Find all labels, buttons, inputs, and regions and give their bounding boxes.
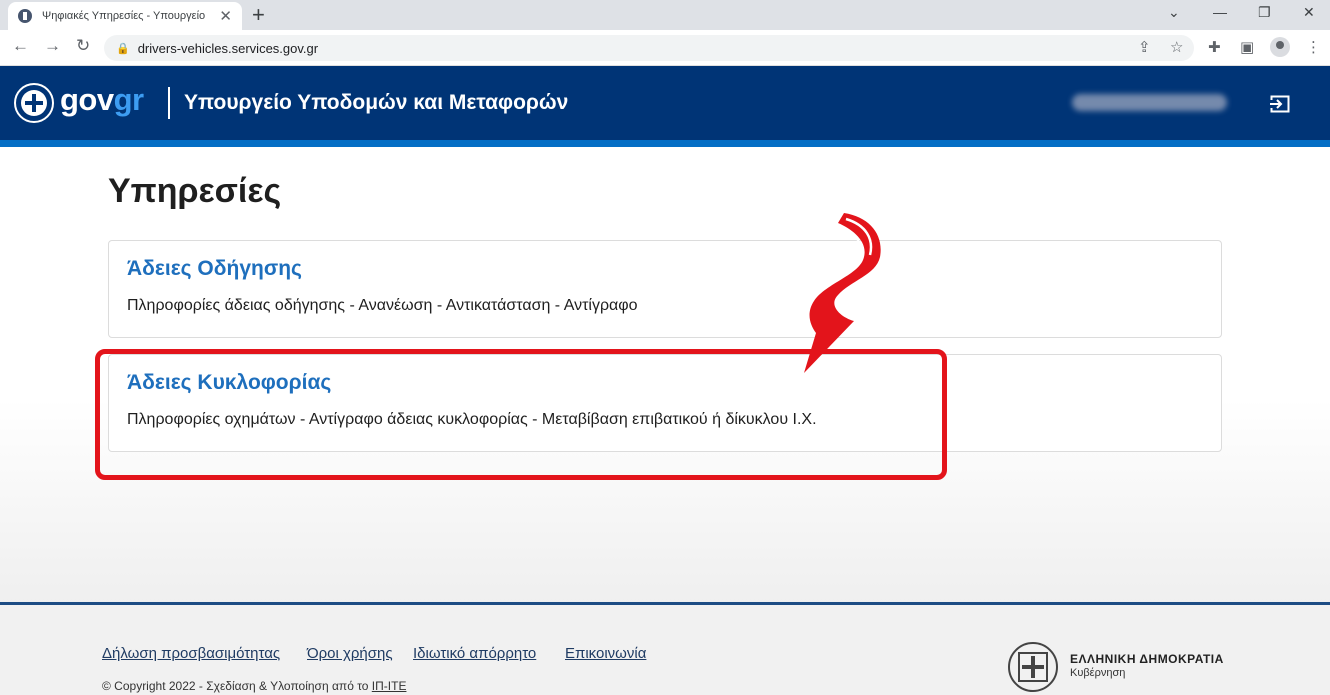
browser-tab[interactable]: Ψηφιακές Υπηρεσίες - Υπουργείο ✕ [8,2,242,30]
page-title: Υπηρεσίες [108,172,282,210]
tab-search-icon[interactable]: ⌄ [1168,4,1180,21]
emblem-shield-icon [1018,652,1048,682]
extensions-icon[interactable]: ✚ [1208,38,1221,56]
copyright-text: © Copyright 2022 - Σχεδίαση & Υλοποίηση … [102,679,406,693]
minimize-button[interactable]: — [1213,4,1227,20]
site-favicon-icon [18,9,32,23]
header-accent-stripe [0,140,1330,147]
government-name: ΕΛΛΗΝΙΚΗ ΔΗΜΟΚΡΑΤΙΑ [1070,652,1224,666]
copyright-prefix: © Copyright 2022 - Σχεδίαση & Υλοποίηση … [102,679,372,693]
logout-icon[interactable] [1270,95,1290,113]
footer-link-contact[interactable]: Επικοινωνία [565,645,646,662]
address-bar[interactable]: 🔒 drivers-vehicles.services.gov.gr [104,35,1194,61]
iptite-link[interactable]: ΙΠ-ΙΤΕ [372,679,407,693]
tab-title: Ψηφιακές Υπηρεσίες - Υπουργείο [42,10,206,22]
new-tab-button[interactable]: + [252,2,265,28]
logo-gov: gov [60,82,114,117]
lock-icon[interactable]: 🔒 [116,42,130,55]
footer-link-privacy[interactable]: Ιδιωτικό απόρρητο [413,645,536,662]
close-window-button[interactable]: ✕ [1303,4,1315,21]
header-divider [168,87,170,119]
browser-tabstrip: Ψηφιακές Υπηρεσίες - Υπουργείο ✕ + ⌄ — ❐… [0,0,1330,30]
footer-link-accessibility[interactable]: Δήλωση προσβασιμότητας [102,645,280,662]
footer-link-terms[interactable]: Όροι χρήσης [307,645,393,662]
govgr-logo[interactable]: govgr [60,82,144,118]
back-button[interactable]: ← [12,36,29,56]
driving-licenses-link[interactable]: Άδειες Οδήγησης [127,257,302,281]
emblem-cross-icon [21,90,47,116]
blurred-username [1072,94,1227,111]
side-panel-icon[interactable]: ▣ [1240,38,1254,56]
logo-gr: gr [113,82,145,117]
url-text[interactable]: drivers-vehicles.services.gov.gr [138,41,318,56]
profile-avatar-icon[interactable] [1270,37,1290,57]
driving-licenses-description: Πληροφορίες άδειας οδήγησης - Ανανέωση -… [127,297,638,314]
share-icon[interactable]: ⇪ [1138,38,1151,56]
greek-emblem-icon [14,83,54,123]
forward-button[interactable]: → [44,36,61,56]
annotation-arrow-icon [804,213,881,373]
restore-button[interactable]: ❐ [1258,4,1271,21]
reload-button[interactable]: ↻ [76,36,90,56]
browser-toolbar: ← → ↻ 🔒 drivers-vehicles.services.gov.gr… [0,30,1330,66]
hellenic-republic-emblem-icon [1008,642,1058,692]
service-card-driving-licenses: Άδειες Οδήγησης Πληροφορίες άδειας οδήγη… [108,240,1222,338]
ministry-name: Υπουργείο Υποδομών και Μεταφορών [184,91,569,114]
tab-close-icon[interactable]: ✕ [219,7,232,25]
bookmark-star-icon[interactable]: ☆ [1170,38,1183,56]
browser-menu-icon[interactable]: ⋮ [1306,38,1321,56]
government-subtitle: Κυβέρνηση [1070,667,1126,679]
